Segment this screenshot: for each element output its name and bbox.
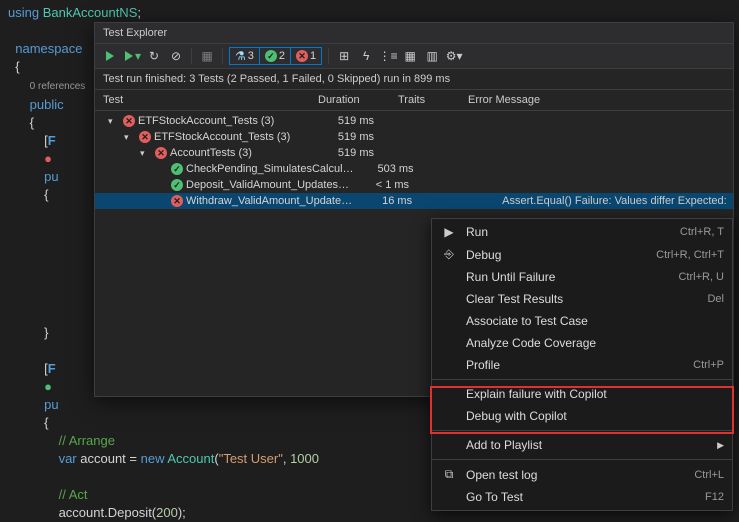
pass-icon: ✓ xyxy=(171,179,183,191)
counter-failed[interactable]: ✕1 xyxy=(291,48,321,64)
context-menu: ▶ Run Ctrl+R, T ⎆ Debug Ctrl+R, Ctrl+T Run Unt… xyxy=(431,218,733,511)
fail-icon: ✕ xyxy=(139,131,151,143)
test-duration: 16 ms xyxy=(352,195,432,207)
menu-icon: ⧉ xyxy=(440,467,458,482)
test-duration: 503 ms xyxy=(354,163,434,175)
menu-item[interactable]: Add to Playlist ▶ xyxy=(432,434,732,456)
menu-shortcut: Ctrl+R, T xyxy=(680,226,724,238)
fail-icon: ✕ xyxy=(155,147,167,159)
test-row[interactable]: ▾✕ETFStockAccount_Tests (3) 519 ms xyxy=(95,129,733,145)
test-label: ETFStockAccount_Tests (3) xyxy=(154,131,290,143)
menu-item[interactable]: Profile Ctrl+P xyxy=(432,354,732,376)
test-label: AccountTests (3) xyxy=(170,147,252,159)
test-row[interactable]: ▾✕AccountTests (3) 519 ms xyxy=(95,145,733,161)
menu-icon: ⎆ xyxy=(440,247,458,262)
menu-shortcut: F12 xyxy=(705,491,724,503)
test-label: Deposit_ValidAmount_Updates… xyxy=(186,179,349,191)
menu-label: Clear Test Results xyxy=(466,292,699,306)
chevron-icon[interactable]: ▾ xyxy=(108,116,120,127)
menu-label: Open test log xyxy=(466,468,686,482)
col-header-traits[interactable]: Traits xyxy=(398,94,468,106)
menu-item[interactable]: Explain failure with Copilot xyxy=(432,383,732,405)
cancel-button[interactable]: ⊘ xyxy=(167,47,185,65)
menu-item[interactable]: Go To Test F12 xyxy=(432,486,732,508)
menu-separator xyxy=(432,430,732,431)
run-all-button[interactable] xyxy=(101,47,119,65)
menu-shortcut: Ctrl+L xyxy=(694,469,724,481)
columns-button[interactable]: ▥ xyxy=(423,47,441,65)
menu-label: Run Until Failure xyxy=(466,270,670,284)
test-row[interactable]: ✓CheckPending_SimulatesCalcul…503 ms xyxy=(95,161,733,177)
menu-item[interactable]: Debug with Copilot xyxy=(432,405,732,427)
menu-item[interactable]: ⧉ Open test log Ctrl+L xyxy=(432,463,732,486)
menu-label: Debug with Copilot xyxy=(466,409,716,423)
menu-item[interactable]: Analyze Code Coverage xyxy=(432,332,732,354)
menu-shortcut: Ctrl+R, Ctrl+T xyxy=(656,249,724,261)
menu-label: Profile xyxy=(466,358,685,372)
panel-title: Test Explorer xyxy=(95,23,733,44)
toolbar: ▾ ↻ ⊘ ▦ ⚗3 ✓2 ✕1 ⊞ ϟ ⋮≡ ▦ ▥ ⚙▾ xyxy=(95,44,733,69)
filter-button[interactable]: ⋮≡ xyxy=(379,47,397,65)
pass-icon: ✓ xyxy=(171,163,183,175)
menu-label: Associate to Test Case xyxy=(466,314,716,328)
test-label: ETFStockAccount_Tests (3) xyxy=(138,115,274,127)
menu-separator xyxy=(432,459,732,460)
group-button[interactable]: ▦ xyxy=(401,47,419,65)
fail-icon: ✕ xyxy=(123,115,135,127)
menu-shortcut: Ctrl+P xyxy=(693,359,724,371)
test-row[interactable]: ▾✕ETFStockAccount_Tests (3) 519 ms xyxy=(95,113,733,129)
test-error: Assert.Equal() Failure: Values differ Ex… xyxy=(502,195,729,207)
status-line: Test run finished: 3 Tests (2 Passed, 1 … xyxy=(95,69,733,90)
menu-item[interactable]: ▶ Run Ctrl+R, T xyxy=(432,221,732,243)
col-header-duration[interactable]: Duration xyxy=(318,94,398,106)
test-counters: ⚗3 ✓2 ✕1 xyxy=(229,47,322,65)
show-playlist-button[interactable]: ▦ xyxy=(198,47,216,65)
test-duration: 519 ms xyxy=(314,131,394,143)
test-row[interactable]: ✓Deposit_ValidAmount_Updates…< 1 ms xyxy=(95,177,733,193)
menu-item[interactable]: Clear Test Results Del xyxy=(432,288,732,310)
test-label: Withdraw_ValidAmount_Update… xyxy=(186,195,352,207)
chevron-icon[interactable]: ▾ xyxy=(124,132,136,143)
menu-label: Analyze Code Coverage xyxy=(466,336,716,350)
menu-icon: ▶ xyxy=(440,225,458,239)
menu-item[interactable]: Run Until Failure Ctrl+R, U xyxy=(432,266,732,288)
menu-separator xyxy=(432,379,732,380)
run-button[interactable]: ▾ xyxy=(123,47,141,65)
menu-item[interactable]: ⎆ Debug Ctrl+R, Ctrl+T xyxy=(432,243,732,266)
test-duration: 519 ms xyxy=(314,147,394,159)
menu-label: Explain failure with Copilot xyxy=(466,387,716,401)
menu-shortcut: Del xyxy=(707,293,724,305)
submenu-arrow-icon: ▶ xyxy=(717,440,724,451)
bolt-button[interactable]: ϟ xyxy=(357,47,375,65)
toggle-button-1[interactable]: ⊞ xyxy=(335,47,353,65)
settings-button[interactable]: ⚙▾ xyxy=(445,47,463,65)
counter-passed[interactable]: ✓2 xyxy=(260,48,291,64)
menu-label: Go To Test xyxy=(466,490,697,504)
menu-label: Debug xyxy=(466,248,648,262)
test-label: CheckPending_SimulatesCalcul… xyxy=(186,163,354,175)
fail-icon: ✕ xyxy=(171,195,183,207)
menu-shortcut: Ctrl+R, U xyxy=(678,271,724,283)
menu-label: Run xyxy=(466,225,672,239)
col-header-test[interactable]: Test xyxy=(103,94,318,106)
menu-label: Add to Playlist xyxy=(466,438,709,452)
test-duration: 519 ms xyxy=(314,115,394,127)
test-row[interactable]: ✕Withdraw_ValidAmount_Update…16 ms Assert… xyxy=(95,193,733,209)
repeat-button[interactable]: ↻ xyxy=(145,47,163,65)
menu-item[interactable]: Associate to Test Case xyxy=(432,310,732,332)
column-headers: Test Duration Traits Error Message xyxy=(95,90,733,111)
counter-total[interactable]: ⚗3 xyxy=(230,48,260,64)
col-header-error[interactable]: Error Message xyxy=(468,94,725,106)
test-duration: < 1 ms xyxy=(349,179,429,191)
chevron-icon[interactable]: ▾ xyxy=(140,148,152,159)
